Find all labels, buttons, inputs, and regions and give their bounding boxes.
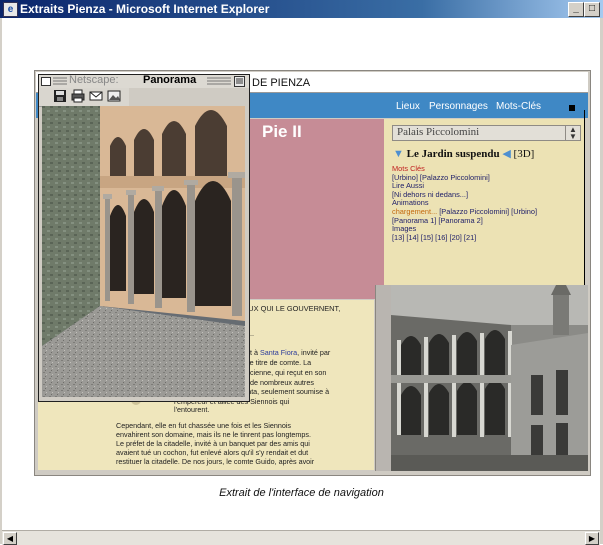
text-line-7: l'entourent.	[174, 405, 210, 414]
nav-square-marker	[569, 105, 575, 111]
triangle-left-icon[interactable]: ◀	[502, 148, 510, 160]
title-stripes-icon	[53, 77, 67, 85]
window-left-border	[0, 18, 2, 544]
hero-title: Pie II	[262, 122, 302, 141]
nav-link-mots-cles[interactable]: Mots-Clés	[496, 101, 541, 112]
palazzo-photo	[391, 285, 588, 471]
hero-panel	[247, 119, 384, 299]
minimize-button[interactable]: _	[568, 2, 584, 17]
jardin-title: Le Jardin suspendu	[406, 148, 500, 160]
panorama-title: Panorama	[143, 74, 197, 86]
nav-link-lieux[interactable]: Lieux	[396, 101, 420, 112]
scroll-left-arrow-icon[interactable]: ◀	[3, 532, 17, 545]
triangle-down-icon: ▼	[393, 148, 404, 160]
figure-caption: Extrait de l'interface de navigation	[219, 487, 384, 499]
maximize-button[interactable]: □	[584, 2, 600, 17]
panorama-3d-view[interactable]	[42, 106, 245, 397]
text-line-4: et de nombreux autres	[242, 378, 314, 387]
select-updown-icon: ▲ ▼	[565, 126, 580, 141]
link-3d[interactable]: [3D]	[514, 148, 535, 160]
text-heading: CEUX QUI LE GOUVERNENT,	[238, 304, 341, 313]
images-links[interactable]: [13] [14] [15] [16] [20] [21]	[392, 233, 537, 243]
panorama-toolbar	[39, 88, 129, 107]
scroll-right-arrow-icon[interactable]: ▶	[585, 532, 599, 545]
para2-line-5: restituer la citadelle. De nos jours, le…	[116, 457, 315, 466]
jardin-heading: ▼ Le Jardin suspendu ◀ [3D]	[393, 147, 534, 160]
save-icon[interactable]	[53, 89, 67, 103]
para2-line-3: Le préfet de la citadelle, invité à un b…	[116, 439, 310, 448]
panorama-window[interactable]: Netscape: Panorama	[38, 74, 250, 402]
horizontal-scrollbar[interactable]: ◀ ▶	[2, 530, 600, 545]
place-select[interactable]: Palais Piccolomini ▲ ▼	[392, 125, 581, 141]
place-select-value: Palais Piccolomini	[397, 126, 480, 138]
para2-line-2: envahirent son domaine, mais ils ne le t…	[116, 430, 311, 439]
window-title: Extraits Pienza - Microsoft Internet Exp…	[20, 2, 270, 16]
window-menu-icon[interactable]	[41, 77, 51, 86]
site-header-title: DE PIENZA	[252, 77, 311, 89]
panorama-titlebar[interactable]: Netscape: Panorama	[39, 74, 249, 88]
nav-connector-line	[584, 110, 585, 294]
print-icon[interactable]	[71, 89, 85, 103]
info-link-list: Mots Clés [Urbino] [Palazzo Piccolomini]…	[392, 164, 537, 243]
text-line-3: ancienne, qui reçut en son	[242, 368, 327, 377]
window-collapse-icon[interactable]	[234, 76, 245, 87]
para2-line-4: avaient tué un cochon, fut enlevé alors …	[116, 448, 309, 457]
vertical-divider	[375, 285, 391, 471]
para2-line-1: Cependant, elle en fut chassée une fois …	[116, 421, 292, 430]
window-titlebar: e Extraits Pienza - Microsoft Internet E…	[0, 0, 603, 18]
ie-logo-icon: e	[3, 2, 18, 17]
title-stripes-right-icon	[207, 77, 231, 85]
link-santa-fiora[interactable]: Santa Fiora	[260, 348, 297, 357]
text-line-1: ent à Santa Fiora, invité par	[242, 348, 331, 357]
mail-icon[interactable]	[89, 89, 103, 103]
nav-link-personnages[interactable]: Personnages	[429, 101, 488, 112]
loading-text: chargement...	[392, 206, 438, 216]
panorama-ghost-title: Netscape:	[69, 74, 119, 86]
image-icon[interactable]	[107, 89, 121, 103]
text-line-2: a le titre de comte. La	[242, 358, 312, 367]
text-line-5: siata, seulement soumise à	[242, 387, 330, 396]
